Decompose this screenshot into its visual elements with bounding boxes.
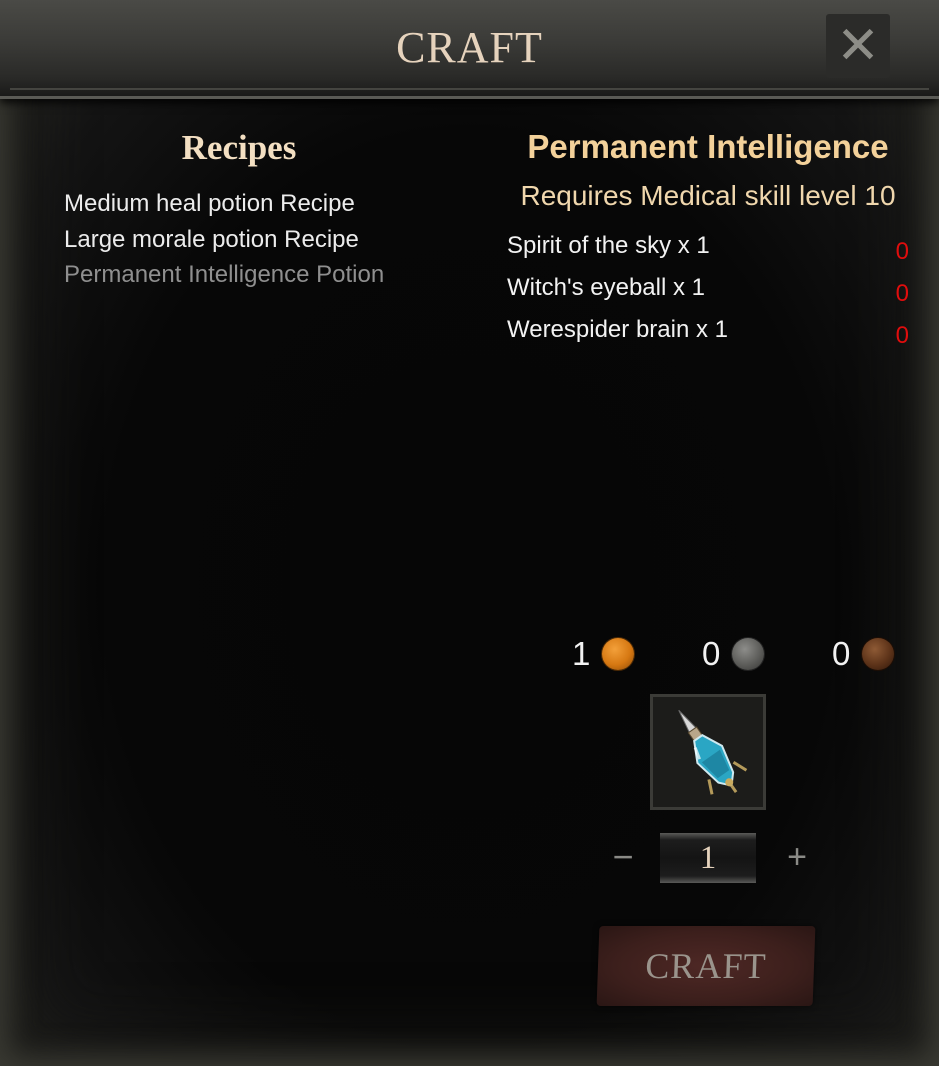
craft-button[interactable]: CRAFT xyxy=(596,926,816,1006)
silver-amount: 0 xyxy=(702,635,721,672)
skill-requirement: Requires Medical skill level 10 xyxy=(520,180,896,211)
recipe-item-medium-heal[interactable]: Medium heal potion Recipe xyxy=(64,186,384,222)
silver-cost: 0 xyxy=(702,634,765,674)
recipe-item-permanent-intelligence[interactable]: Permanent Intelligence Potion xyxy=(64,257,384,293)
silver-coin-icon xyxy=(732,638,765,670)
quantity-field[interactable]: 1 xyxy=(660,833,756,883)
ingredient-row: Witch's eyeball x 1 0 xyxy=(507,274,912,316)
potion-bottle-icon xyxy=(678,709,748,795)
recipe-list: Medium heal potion Recipe Large morale p… xyxy=(64,186,384,293)
recipe-title: Permanent Intelligence xyxy=(527,128,889,165)
recipes-heading: Recipes xyxy=(181,128,297,167)
gold-amount: 1 xyxy=(572,635,591,672)
gold-cost: 1 xyxy=(572,634,635,674)
gold-coin-icon xyxy=(602,638,635,670)
ingredient-row: Spirit of the sky x 1 0 xyxy=(507,232,912,274)
close-icon: ✕ xyxy=(836,16,880,76)
ingredient-name: Werespider brain x 1 xyxy=(507,316,728,343)
title-bar: CRAFT ✕ xyxy=(0,0,939,99)
close-button[interactable]: ✕ xyxy=(826,14,890,78)
ingredient-owned-count: 0 xyxy=(895,238,909,265)
result-item-slot[interactable] xyxy=(650,694,766,810)
window-title: CRAFT xyxy=(396,23,543,72)
copper-coin-icon xyxy=(862,638,895,670)
copper-amount: 0 xyxy=(832,635,851,672)
decrease-quantity-button[interactable]: − xyxy=(608,837,638,877)
ingredient-owned-count: 0 xyxy=(895,280,909,307)
craft-window: CRAFT ✕ Recipes Medium heal potion Recip… xyxy=(0,0,939,1066)
recipe-item-large-morale[interactable]: Large morale potion Recipe xyxy=(64,222,384,258)
ingredient-list: Spirit of the sky x 1 0 Witch's eyeball … xyxy=(507,232,912,358)
ingredient-row: Werespider brain x 1 0 xyxy=(507,316,912,358)
quantity-stepper: − 1 + xyxy=(600,833,820,883)
ingredient-name: Spirit of the sky x 1 xyxy=(507,232,710,259)
increase-quantity-button[interactable]: + xyxy=(782,837,812,877)
ingredient-name: Witch's eyeball x 1 xyxy=(507,274,705,301)
copper-cost: 0 xyxy=(832,634,895,674)
ingredient-owned-count: 0 xyxy=(895,322,909,349)
